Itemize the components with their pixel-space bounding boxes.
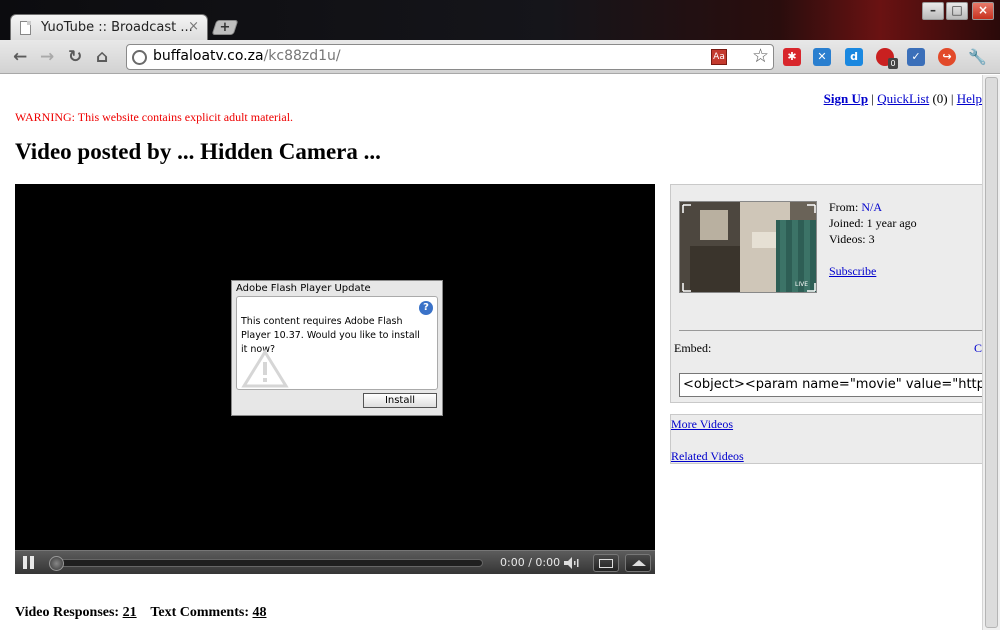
help-icon[interactable]: ? xyxy=(419,301,433,315)
embed-label: Embed: xyxy=(674,341,712,355)
uploader-link[interactable]: N/A xyxy=(861,200,882,214)
video-player[interactable]: Adobe Flash Player Update ? This content… xyxy=(15,184,655,574)
more-videos-link[interactable]: More Videos xyxy=(671,417,733,432)
warning-triangle-icon xyxy=(241,349,289,388)
browser-titlebar: YuoTube :: Broadcast ... × + – □ × xyxy=(0,0,1000,41)
tab-close-icon[interactable]: × xyxy=(188,19,199,34)
close-window-button[interactable]: × xyxy=(972,2,994,20)
forward-arrow-icon[interactable]: → xyxy=(40,48,54,66)
asterisk-extension-icon[interactable]: ✱ xyxy=(783,48,801,66)
plus-icon: + xyxy=(219,20,231,35)
screen-icon xyxy=(599,559,613,568)
checklist-extension-icon[interactable]: ✓ xyxy=(907,48,925,66)
text-comments-label: Text Comments: xyxy=(150,605,249,620)
fullscreen-button[interactable] xyxy=(625,554,651,572)
text-comments-count[interactable]: 48 xyxy=(253,605,267,620)
quicklist-link[interactable]: QuickList xyxy=(877,91,929,106)
playback-time: 0:00 / 0:00 xyxy=(500,556,561,569)
flash-update-dialog: Adobe Flash Player Update ? This content… xyxy=(231,280,443,416)
videos-count: Videos: 3 xyxy=(829,232,875,246)
top-links: Sign Up | QuickList (0) | Help xyxy=(823,91,982,106)
d-extension-icon[interactable]: d xyxy=(845,48,863,66)
minimize-button[interactable]: – xyxy=(922,2,944,20)
wrench-icon[interactable]: 🔧 xyxy=(968,48,987,66)
adult-warning: WARNING: This website contains explicit … xyxy=(15,110,294,124)
maximize-button[interactable]: □ xyxy=(946,2,968,20)
divider xyxy=(679,330,982,331)
seek-bar[interactable] xyxy=(49,556,483,571)
help-link[interactable]: Help xyxy=(957,91,982,106)
joined-text: Joined: 1 year ago xyxy=(829,216,917,230)
uploader-panel: LIVE From: N/A Joined: 1 year ago Videos… xyxy=(670,184,982,403)
page-title: Video posted by ... Hidden Camera ... xyxy=(15,139,381,164)
address-bar[interactable]: buffaloatv.co.za/kc88zd1u/ Aa ☆ xyxy=(126,44,774,70)
screen-size-button[interactable] xyxy=(593,554,619,572)
responses-bar: Video Responses: 21 Text Comments: 48 xyxy=(15,605,267,621)
video-responses-label: Video Responses: xyxy=(15,605,120,620)
extension-badge: 0 xyxy=(888,58,898,69)
video-thumbnail[interactable]: LIVE xyxy=(679,201,817,293)
scrollbar-thumb[interactable] xyxy=(985,77,998,628)
more-videos-panel: More Videos Related Videos xyxy=(670,414,982,464)
signup-link[interactable]: Sign Up xyxy=(824,91,868,106)
live-badge: LIVE xyxy=(794,281,808,288)
new-tab-button[interactable]: + xyxy=(211,20,239,35)
install-button[interactable]: Install xyxy=(363,393,437,408)
x-extension-icon[interactable]: ✕ xyxy=(813,48,831,66)
page-icon xyxy=(20,21,31,35)
browser-toolbar: ← → ↻ ⌂ buffaloatv.co.za/kc88zd1u/ Aa ☆ … xyxy=(0,40,1000,74)
uploader-meta: From: N/A Joined: 1 year ago Videos: 3 xyxy=(829,200,917,246)
dialog-message-box: ? This content requires Adobe Flash Play… xyxy=(236,296,438,390)
page-content: Sign Up | QuickList (0) | Help WARNING: … xyxy=(0,75,982,630)
vertical-scrollbar[interactable] xyxy=(982,75,1000,630)
bathroom-thumbnail-image xyxy=(680,202,816,292)
url-text[interactable]: buffaloatv.co.za/kc88zd1u/ xyxy=(153,48,341,64)
player-controls: 0:00 / 0:00 xyxy=(15,550,655,574)
video-responses-count[interactable]: 21 xyxy=(123,605,137,620)
home-icon[interactable]: ⌂ xyxy=(96,48,108,66)
tab-active[interactable]: YuoTube :: Broadcast ... × xyxy=(10,14,208,41)
volume-icon[interactable] xyxy=(563,556,581,570)
embed-code-field[interactable]: <object><param name="movie" value="http:… xyxy=(679,373,982,397)
dialog-title: Adobe Flash Player Update xyxy=(236,283,371,294)
eject-icon xyxy=(632,560,646,566)
tab-title: YuoTube :: Broadcast ... xyxy=(41,20,193,35)
bookmark-star-icon[interactable]: ☆ xyxy=(752,45,769,69)
reload-icon[interactable]: ↻ xyxy=(68,48,82,66)
seek-handle[interactable] xyxy=(49,556,64,571)
subscribe-link[interactable]: Subscribe xyxy=(829,264,876,279)
dictionary-icon[interactable]: Aa xyxy=(711,49,727,65)
back-arrow-icon[interactable]: ← xyxy=(13,48,27,66)
embed-customize-link[interactable]: C xyxy=(974,341,982,356)
globe-icon xyxy=(132,50,147,65)
share-extension-icon[interactable]: ↪ xyxy=(938,48,956,66)
related-videos-link[interactable]: Related Videos xyxy=(671,449,744,464)
pause-icon[interactable] xyxy=(23,556,35,569)
